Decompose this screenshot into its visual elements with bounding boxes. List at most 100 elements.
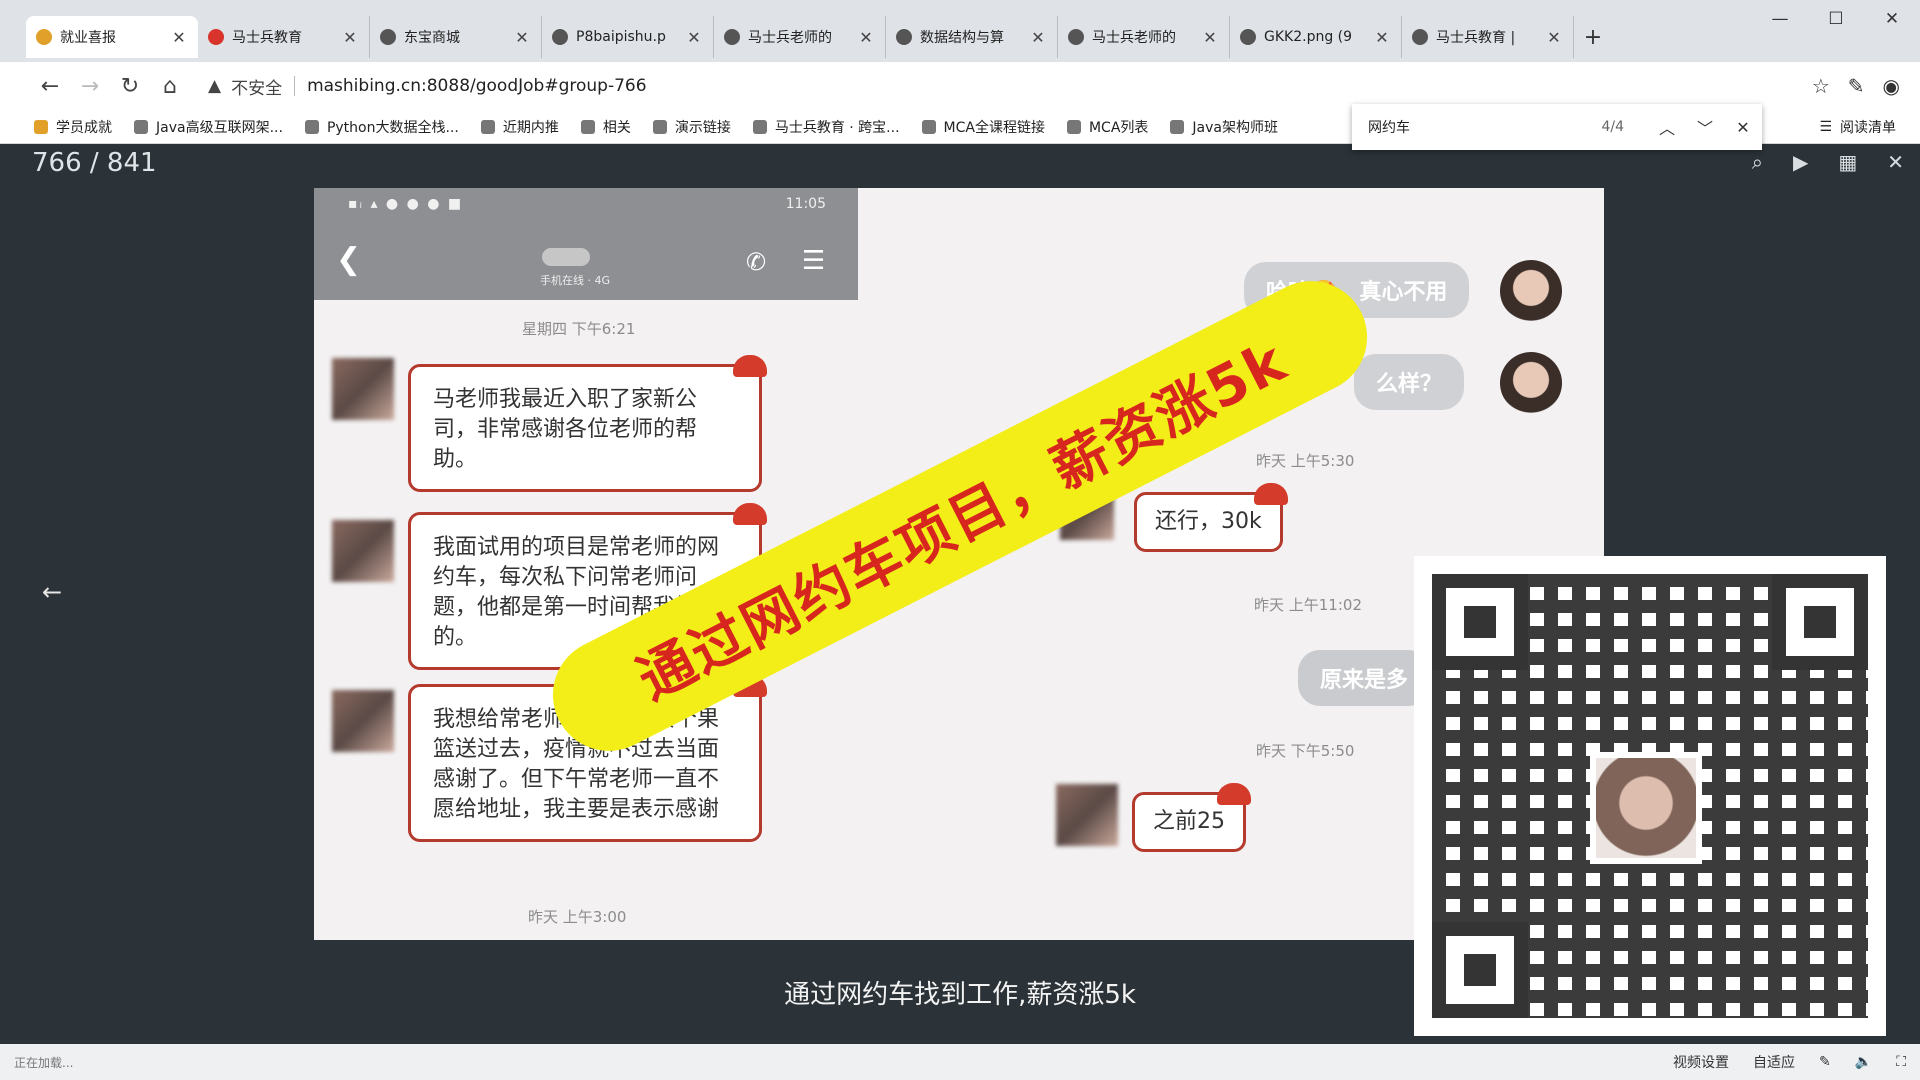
address-bar: ← → ↻ ⌂ ▲ 不安全 mashibing.cn:8088/goodJob#… [0, 62, 1920, 110]
tab-label: 马士兵老师的 [748, 30, 832, 46]
globe-icon [580, 119, 595, 134]
qr-pattern [1432, 574, 1868, 1018]
extension-icon[interactable]: ✎ [1848, 74, 1865, 98]
status-bar: 正在加载... 视频设置 自适应 ✎ 🔈 ⛶ [0, 1044, 1920, 1080]
close-tab-icon[interactable]: ✕ [1029, 28, 1047, 47]
player-controls: 视频设置 自适应 ✎ 🔈 ⛶ [1673, 1044, 1906, 1080]
minimize-icon[interactable]: — [1752, 0, 1808, 38]
close-tab-icon[interactable]: ✕ [1201, 28, 1219, 47]
reading-list-button[interactable]: ☰ 阅读清单 [1819, 110, 1896, 144]
close-viewer-icon[interactable]: ✕ [1887, 150, 1904, 174]
star-icon[interactable]: ☆ [1812, 74, 1830, 98]
bookmark-icon [304, 119, 319, 134]
chat-bubble: 马老师我最近入职了家新公司，非常感谢各位老师的帮助。 [408, 355, 767, 492]
maximize-icon[interactable]: ☐ [1808, 0, 1864, 38]
bookmark-item[interactable]: Java高级互联网架... [134, 117, 283, 137]
tab-8[interactable]: 马士兵教育 | ✕ [1402, 16, 1574, 58]
close-tab-icon[interactable]: ✕ [1373, 28, 1391, 47]
find-close-icon[interactable]: ✕ [1724, 118, 1762, 137]
play-icon[interactable]: ▶ [1793, 150, 1808, 174]
bookmark-label: 近期内推 [502, 119, 559, 136]
fullscreen-icon[interactable]: ⛶ [1896, 1054, 1906, 1070]
prev-arrow-icon[interactable]: ← [42, 578, 62, 606]
avatar [332, 358, 394, 420]
contact-sub: 手机在线 · 4G [540, 274, 611, 287]
bookmark-icon [480, 119, 495, 134]
timestamp: 昨天 上午3:00 [528, 908, 627, 926]
find-count: 4/4 [1601, 119, 1624, 135]
window-controls: — ☐ ✕ [1752, 0, 1920, 38]
find-next-icon[interactable]: ﹀ [1686, 115, 1724, 139]
status-time: 11:05 [785, 196, 826, 212]
find-input[interactable]: 网约车 [1368, 117, 1601, 137]
bookmark-item[interactable]: 马士兵教育 · 跨宝... [752, 117, 900, 137]
url-input[interactable]: ▲ 不安全 mashibing.cn:8088/goodJob#group-76… [208, 68, 1468, 104]
tab-3[interactable]: P8baipishu.p ✕ [542, 16, 714, 58]
bookmark-label: MCA全课程链接 [943, 119, 1045, 136]
chat-bubble: 之前25 [1132, 783, 1251, 852]
bookmark-item[interactable]: 近期内推 [480, 117, 559, 137]
toolbar-actions: ☆ ✎ ◉ [1812, 62, 1900, 110]
volume-icon[interactable]: 🔈 [1855, 1054, 1872, 1070]
close-window-icon[interactable]: ✕ [1864, 0, 1920, 38]
avatar [1500, 352, 1562, 414]
avatar [332, 690, 394, 752]
close-tab-icon[interactable]: ✕ [857, 28, 875, 47]
bookmark-item[interactable]: 学员成就 [34, 117, 112, 137]
tab-6[interactable]: 马士兵老师的 ✕ [1058, 16, 1230, 58]
tab-label: 马士兵教育 [232, 30, 302, 46]
tab-label: 马士兵教育 | [1436, 30, 1516, 46]
signal-icon: ▪ᵢ ▴ ● ● ● ■ [348, 196, 464, 212]
close-tab-icon[interactable]: ✕ [685, 28, 703, 47]
reload-icon[interactable]: ↻ [110, 66, 150, 106]
tab-5[interactable]: 数据结构与算 ✕ [886, 16, 1058, 58]
close-tab-icon[interactable]: ✕ [170, 28, 188, 47]
bookmark-label: 马士兵教育 · 跨宝... [774, 119, 900, 136]
find-prev-icon[interactable]: ︿ [1648, 115, 1686, 139]
favicon-icon [36, 29, 52, 45]
menu-icon: ☰ [802, 246, 826, 276]
video-settings-button[interactable]: 视频设置 [1673, 1052, 1729, 1072]
profile-icon[interactable]: ◉ [1883, 74, 1900, 98]
close-tab-icon[interactable]: ✕ [1545, 28, 1563, 47]
favicon-icon [380, 29, 396, 45]
reading-list-icon: ☰ [1819, 119, 1832, 135]
bookmark-item[interactable]: 演示链接 [652, 117, 731, 137]
favicon-icon [1068, 29, 1084, 45]
qr-code [1414, 556, 1886, 1036]
forward-icon[interactable]: → [70, 66, 110, 106]
grid-icon[interactable]: ▦ [1838, 150, 1857, 174]
back-icon[interactable]: ← [30, 66, 70, 106]
tab-strip: 就业喜报 ✕ 马士兵教育 ✕ 东宝商城 ✕ P8baipishu.p ✕ 马士兵老师的 ✕… [0, 0, 1920, 62]
url-text: mashibing.cn:8088/goodJob#group-766 [307, 76, 647, 96]
close-tab-icon[interactable]: ✕ [341, 28, 359, 47]
timestamp: 昨天 上午11:02 [1254, 596, 1362, 614]
chat-bubble-right: 么样？ [1354, 354, 1465, 410]
home-icon[interactable]: ⌂ [150, 66, 190, 106]
viewer-tools: ⌕ ▶ ▦ ✕ [1752, 150, 1904, 174]
bookmark-item[interactable]: Python大数据全栈... [304, 117, 459, 137]
tab-1[interactable]: 马士兵教育 ✕ [198, 16, 370, 58]
new-tab-button[interactable]: + [1574, 16, 1612, 58]
pen-icon[interactable]: ✎ [1819, 1054, 1831, 1070]
bookmark-label: Java高级互联网架... [156, 119, 283, 136]
close-tab-icon[interactable]: ✕ [513, 28, 531, 47]
bookmark-label: MCA列表 [1088, 119, 1149, 136]
tab-4[interactable]: 马士兵老师的 ✕ [714, 16, 886, 58]
globe-icon [652, 119, 667, 134]
bookmark-item[interactable]: MCA列表 [1066, 117, 1149, 137]
bookmark-label: Python大数据全栈... [326, 119, 459, 136]
tab-7[interactable]: GKK2.png (9 ✕ [1230, 16, 1402, 58]
tab-2[interactable]: 东宝商城 ✕ [370, 16, 542, 58]
bookmark-item[interactable]: 相关 [580, 117, 631, 137]
chat-back-icon: ❮ [336, 242, 362, 277]
chat-bubble: 还行，30k [1134, 483, 1288, 552]
bookmark-item[interactable]: Java架构师班 [1170, 117, 1278, 137]
page-counter: 766 / 841 [32, 148, 157, 178]
bookmark-item[interactable]: MCA全课程链接 [921, 117, 1045, 137]
subtitle-button[interactable]: 自适应 [1753, 1052, 1795, 1072]
tab-0[interactable]: 就业喜报 ✕ [26, 16, 198, 58]
divider [294, 76, 296, 96]
zoom-icon[interactable]: ⌕ [1752, 150, 1763, 174]
favicon-icon [896, 29, 912, 45]
